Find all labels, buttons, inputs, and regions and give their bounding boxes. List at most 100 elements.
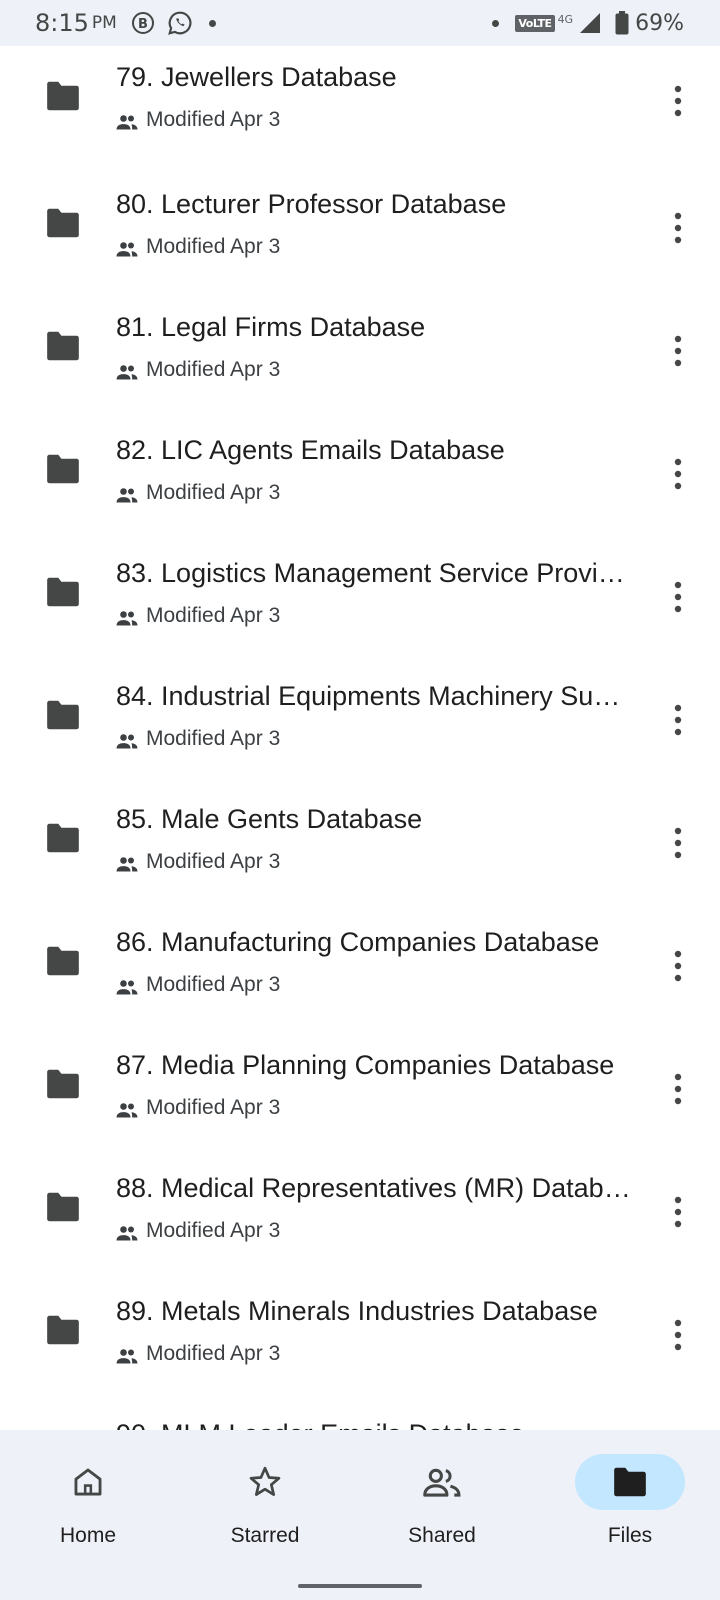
- volte-indicator: VoLTE: [515, 14, 555, 32]
- network-generation: 4G: [557, 12, 574, 26]
- shared-people-icon: [116, 1223, 138, 1241]
- more-options-icon[interactable]: [656, 452, 700, 496]
- shared-people-icon: [116, 977, 138, 995]
- status-bar: 8:15 PM B VoLTE 4G 69%: [0, 0, 720, 46]
- file-modified-text: Modified Apr 3: [146, 727, 281, 750]
- file-name: 80. Lecturer Professor Database: [116, 189, 507, 219]
- file-name: 81. Legal Firms Database: [116, 312, 426, 342]
- nav-home[interactable]: Home: [18, 1454, 158, 1564]
- bottom-navigation: Home Starred Shared Files: [0, 1430, 720, 1600]
- folder-icon: [614, 1467, 646, 1497]
- signal-strength-icon: [579, 12, 601, 34]
- file-list-item[interactable]: 87. Media Planning Companies Database Mod…: [0, 1030, 720, 1153]
- file-list-item[interactable]: 79. Jewellers Database Modified Apr 3: [0, 46, 720, 169]
- home-icon: [74, 1468, 102, 1496]
- file-modified-info: Modified Apr 3: [116, 358, 280, 382]
- more-options-icon[interactable]: [656, 1190, 700, 1234]
- nav-files[interactable]: Files: [560, 1454, 700, 1564]
- file-modified-info: Modified Apr 3: [116, 727, 280, 751]
- file-modified-info: Modified Apr 3: [116, 108, 280, 132]
- file-modified-info: Modified Apr 3: [116, 1096, 280, 1120]
- gesture-home-indicator[interactable]: [298, 1584, 422, 1588]
- file-list: 79. Jewellers Database Modified Apr 3 80. …: [0, 46, 720, 1430]
- folder-icon: [44, 1313, 82, 1347]
- file-list-item[interactable]: 86. Manufacturing Companies Database Modi…: [0, 907, 720, 1030]
- battery-percentage: 69%: [635, 10, 684, 36]
- file-list-item[interactable]: 80. Lecturer Professor Database Modified …: [0, 169, 720, 292]
- file-name: 90. MLM Leader Emails Database: [116, 1419, 632, 1430]
- file-modified-text: Modified Apr 3: [146, 108, 281, 131]
- file-modified-info: Modified Apr 3: [116, 850, 280, 874]
- nav-home-label: Home: [59, 1524, 117, 1547]
- file-modified-text: Modified Apr 3: [146, 1219, 281, 1242]
- shared-people-icon: [116, 1346, 138, 1364]
- shared-people-icon: [116, 112, 138, 130]
- file-name: 85. Male Gents Database: [116, 804, 423, 834]
- file-name: 82. LIC Agents Emails Database: [116, 435, 505, 465]
- notification-dot-icon: [492, 19, 500, 27]
- file-name: 84. Industrial Equipments Machinery Supp…: [116, 681, 632, 711]
- folder-icon: [44, 698, 82, 732]
- file-modified-info: Modified Apr 3: [116, 604, 280, 628]
- file-modified-text: Modified Apr 3: [146, 235, 281, 258]
- shared-people-icon: [116, 362, 138, 380]
- nav-files-label: Files: [607, 1524, 653, 1547]
- folder-icon: [44, 79, 82, 113]
- file-name: 86. Manufacturing Companies Database: [116, 927, 600, 957]
- file-modified-text: Modified Apr 3: [146, 1096, 281, 1119]
- folder-icon: [44, 1067, 82, 1101]
- whatsapp-notification-icon: [167, 10, 193, 36]
- file-list-item[interactable]: 90. MLM Leader Emails Database: [0, 1399, 720, 1430]
- shared-people-icon: [116, 485, 138, 503]
- more-options-icon[interactable]: [656, 821, 700, 865]
- file-modified-info: Modified Apr 3: [116, 973, 280, 997]
- more-options-icon[interactable]: [656, 575, 700, 619]
- file-modified-info: Modified Apr 3: [116, 1219, 280, 1243]
- shared-people-icon: [116, 1100, 138, 1118]
- folder-icon: [44, 206, 82, 240]
- shared-people-icon: [116, 239, 138, 257]
- file-modified-info: Modified Apr 3: [116, 235, 280, 259]
- svg-text:B: B: [138, 17, 148, 32]
- folder-icon: [44, 821, 82, 855]
- more-options-icon[interactable]: [656, 79, 700, 123]
- folder-icon: [44, 944, 82, 978]
- file-list-item[interactable]: 84. Industrial Equipments Machinery Supp…: [0, 661, 720, 784]
- file-list-item[interactable]: 81. Legal Firms Database Modified Apr 3: [0, 292, 720, 415]
- file-modified-text: Modified Apr 3: [146, 604, 281, 627]
- nav-shared[interactable]: Shared: [372, 1454, 512, 1564]
- file-name: 79. Jewellers Database: [116, 62, 397, 92]
- file-modified-text: Modified Apr 3: [146, 481, 281, 504]
- file-name: 89. Metals Minerals Industries Database: [116, 1296, 598, 1326]
- file-list-item[interactable]: 88. Medical Representatives (MR) Databas…: [0, 1153, 720, 1276]
- shared-people-icon: [116, 608, 138, 626]
- more-options-icon[interactable]: [656, 1067, 700, 1111]
- file-list-item[interactable]: 83. Logistics Management Service Provide…: [0, 538, 720, 661]
- folder-icon: [44, 575, 82, 609]
- folder-icon: [44, 452, 82, 486]
- star-icon: [249, 1466, 281, 1496]
- file-list-item[interactable]: 82. LIC Agents Emails Database Modified A…: [0, 415, 720, 538]
- file-list-item[interactable]: 85. Male Gents Database Modified Apr 3: [0, 784, 720, 907]
- nav-shared-icon-wrap: [387, 1454, 497, 1510]
- file-modified-text: Modified Apr 3: [146, 973, 281, 996]
- more-options-icon[interactable]: [656, 206, 700, 250]
- file-list-item[interactable]: 89. Metals Minerals Industries Database M…: [0, 1276, 720, 1399]
- more-notifications-dot-icon: [208, 19, 216, 27]
- more-options-icon[interactable]: [656, 698, 700, 742]
- more-options-icon[interactable]: [656, 329, 700, 373]
- file-name: 83. Logistics Management Service Provide…: [116, 558, 632, 588]
- file-name: 88. Medical Representatives (MR) Databas…: [116, 1173, 632, 1203]
- file-modified-info: Modified Apr 3: [116, 481, 280, 505]
- b-notification-icon: B: [131, 11, 155, 35]
- nav-starred[interactable]: Starred: [195, 1454, 335, 1564]
- folder-icon: [44, 1190, 82, 1224]
- more-options-icon[interactable]: [656, 1313, 700, 1357]
- people-icon: [423, 1468, 461, 1497]
- battery-icon: [615, 11, 629, 35]
- shared-people-icon: [116, 854, 138, 872]
- nav-starred-icon-wrap: [210, 1454, 320, 1510]
- folder-icon: [44, 329, 82, 363]
- more-options-icon[interactable]: [656, 944, 700, 988]
- file-modified-text: Modified Apr 3: [146, 850, 281, 873]
